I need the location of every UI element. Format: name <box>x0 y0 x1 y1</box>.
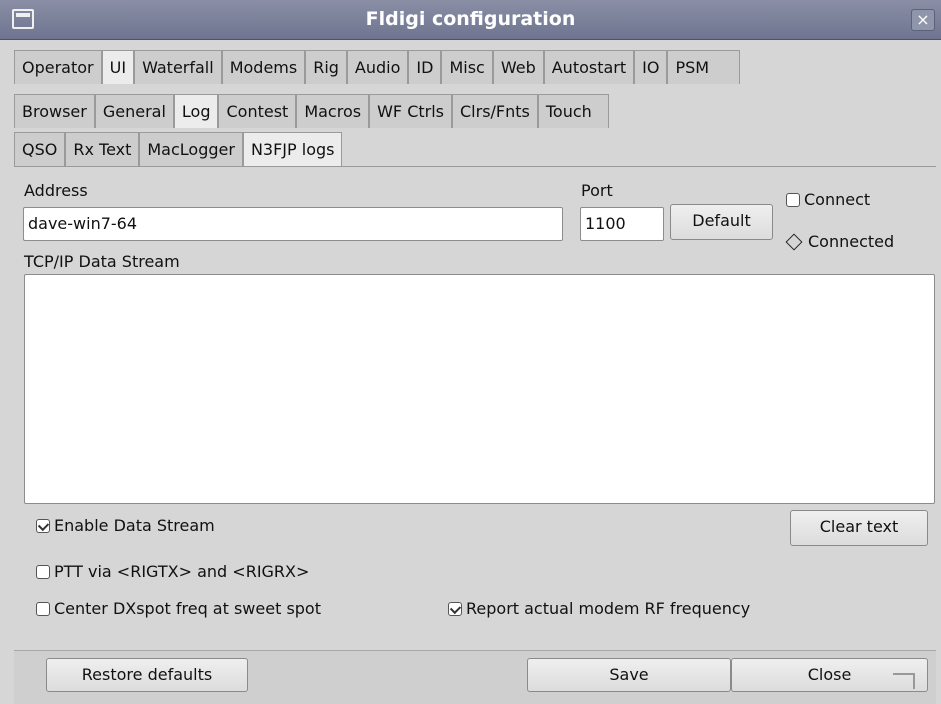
close-button-label: Close <box>807 665 852 684</box>
tab-id[interactable]: ID <box>408 50 442 84</box>
connect-label: Connect <box>804 190 871 209</box>
tab-ui[interactable]: UI <box>101 50 135 84</box>
address-label: Address <box>24 181 88 200</box>
tab-log[interactable]: Log <box>173 94 219 128</box>
center-dxspot-checkbox[interactable]: Center DXspot freq at sweet spot <box>36 599 321 618</box>
tab-io[interactable]: IO <box>634 50 668 84</box>
enable-data-stream-label: Enable Data Stream <box>54 516 215 535</box>
connected-label: Connected <box>808 232 895 251</box>
tab-clrs-fnts[interactable]: Clrs/Fnts <box>452 94 538 128</box>
tab-n3fjp-logs[interactable]: N3FJP logs <box>242 132 343 166</box>
center-dxspot-label: Center DXspot freq at sweet spot <box>54 599 321 618</box>
tab-contest[interactable]: Contest <box>218 94 297 128</box>
tab-rx-text[interactable]: Rx Text <box>65 132 140 166</box>
data-stream-label: TCP/IP Data Stream <box>24 252 180 271</box>
save-button[interactable]: Save <box>527 658 731 692</box>
tab-touch[interactable]: Touch <box>537 94 609 128</box>
tab-modems[interactable]: Modems <box>221 50 306 84</box>
default-port-button[interactable]: Default <box>670 204 773 240</box>
address-field[interactable]: dave-win7-64 <box>23 207 563 241</box>
tab-waterfall[interactable]: Waterfall <box>134 50 222 84</box>
tab-row-log: QSO Rx Text MacLogger N3FJP logs <box>14 132 343 166</box>
enable-data-stream-checkbox[interactable]: Enable Data Stream <box>36 516 215 535</box>
title-bar: Fldigi configuration × <box>0 0 941 40</box>
tab-maclogger[interactable]: MacLogger <box>139 132 243 166</box>
ptt-label: PTT via <RIGTX> and <RIGRX> <box>54 562 310 581</box>
close-window-button[interactable]: × <box>911 9 935 31</box>
clear-text-button[interactable]: Clear text <box>790 510 928 546</box>
close-button[interactable]: Close <box>731 658 928 692</box>
tab-misc[interactable]: Misc <box>441 50 493 84</box>
tab-row-main: Operator UI Waterfall Modems Rig Audio I… <box>14 50 741 84</box>
data-stream-textarea[interactable] <box>24 274 935 504</box>
ptt-checkbox[interactable]: PTT via <RIGTX> and <RIGRX> <box>36 562 309 581</box>
tab-web[interactable]: Web <box>492 50 544 84</box>
port-field[interactable]: 1100 <box>580 207 664 241</box>
connected-diamond-icon <box>785 233 803 250</box>
enable-data-stream-checkbox-box[interactable] <box>36 518 50 533</box>
connected-indicator: Connected <box>784 232 894 251</box>
report-rf-frequency-label: Report actual modem RF frequency <box>466 599 751 618</box>
tab-browser[interactable]: Browser <box>14 94 95 128</box>
report-rf-frequency-checkbox-box[interactable] <box>448 601 462 616</box>
tab-operator[interactable]: Operator <box>14 50 102 84</box>
connect-checkbox[interactable]: Connect <box>786 190 870 209</box>
tab-rig[interactable]: Rig <box>305 50 347 84</box>
resize-grip-icon[interactable] <box>893 673 915 689</box>
ptt-checkbox-box[interactable] <box>36 564 50 579</box>
tab-autostart[interactable]: Autostart <box>543 50 635 84</box>
tab-general[interactable]: General <box>94 94 174 128</box>
tab-qso[interactable]: QSO <box>14 132 66 166</box>
tab-row-ui: Browser General Log Contest Macros WF Ct… <box>14 94 609 128</box>
port-label: Port <box>581 181 613 200</box>
center-dxspot-checkbox-box[interactable] <box>36 601 50 616</box>
restore-defaults-button[interactable]: Restore defaults <box>46 658 248 692</box>
tab-audio[interactable]: Audio <box>346 50 409 84</box>
window-title: Fldigi configuration <box>365 8 576 30</box>
tab-psm[interactable]: PSM <box>667 50 741 84</box>
tab-wf-ctrls[interactable]: WF Ctrls <box>369 94 452 128</box>
tab-macros[interactable]: Macros <box>296 94 370 128</box>
connect-checkbox-box[interactable] <box>786 192 800 207</box>
report-rf-frequency-checkbox[interactable]: Report actual modem RF frequency <box>448 599 750 618</box>
